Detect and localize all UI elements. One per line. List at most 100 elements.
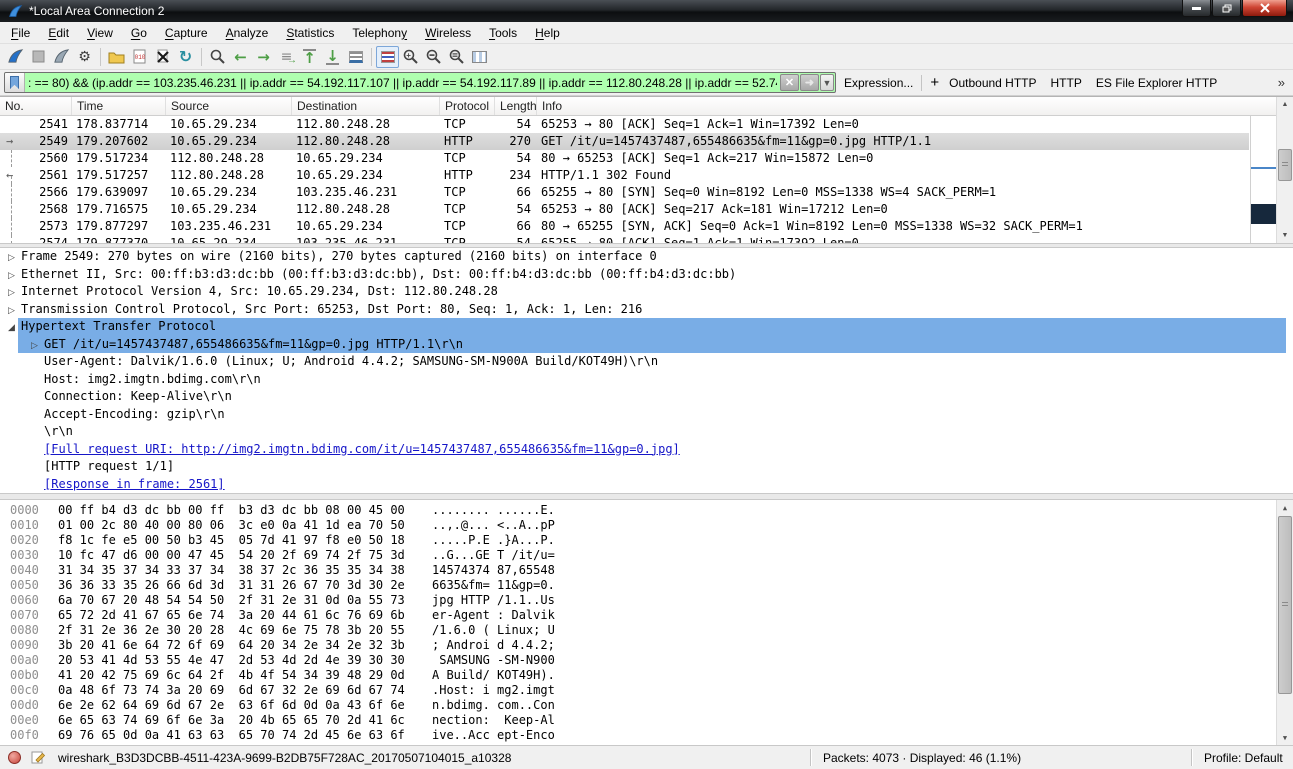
packet-cell-source[interactable]: 10.65.29.234 (166, 116, 292, 133)
restart-capture-icon[interactable] (50, 46, 73, 68)
packet-cell-length[interactable]: 54 (495, 201, 537, 218)
hex-row[interactable]: 0060 6a 70 67 20 48 54 54 50 2f 31 2e 31 … (0, 593, 1293, 608)
hex-row[interactable]: 00b0 41 20 42 75 69 6c 64 2f 4b 4f 54 34 … (0, 668, 1293, 683)
hex-bytes[interactable]: 3b 20 41 6e 64 72 6f 69 64 20 34 2e 34 2… (58, 638, 424, 653)
packet-cell-protocol[interactable]: TCP (440, 150, 495, 167)
column-header-destination[interactable]: Destination (292, 97, 440, 115)
find-packet-icon[interactable] (206, 46, 229, 68)
packet-cell-destination[interactable]: 10.65.29.234 (292, 150, 440, 167)
hex-offset[interactable]: 00a0 (10, 653, 50, 668)
packet-cell-length[interactable]: 54 (495, 235, 537, 243)
detail-row[interactable]: ▷GET /it/u=1457437487,655486635&fm=11&gp… (0, 336, 1293, 354)
hex-bytes[interactable]: f8 1c fe e5 00 50 b3 45 05 7d 41 97 f8 e… (58, 533, 424, 548)
scrollbar-thumb[interactable] (1278, 149, 1292, 181)
hex-ascii[interactable]: ..,.@... <..A..pP (432, 518, 555, 533)
hex-ascii[interactable]: ; Androi d 4.4.2; (432, 638, 555, 653)
column-header-length[interactable]: Length (495, 97, 537, 115)
wireshark-start-capture-icon[interactable] (4, 46, 27, 68)
packet-cell-time[interactable]: 178.837714 (72, 116, 166, 133)
hex-ascii[interactable]: ........ ......E. (432, 503, 555, 518)
hex-row[interactable]: 00c00a 48 6f 73 74 3a 20 69 6d 67 32 2e … (0, 683, 1293, 698)
hex-row[interactable]: 001001 00 2c 80 40 00 80 06 3c e0 0a 41 … (0, 518, 1293, 533)
detail-row[interactable]: ▷Ethernet II, Src: 00:ff:b3:d3:dc:bb (00… (0, 266, 1293, 284)
packet-cell-protocol[interactable]: TCP (440, 184, 495, 201)
packet-cell-no[interactable]: 2561 (24, 167, 72, 184)
hex-offset[interactable]: 0080 (10, 623, 50, 638)
menu-item-capture[interactable]: Capture (156, 23, 217, 43)
packet-cell-destination[interactable]: 103.235.46.231 (292, 235, 440, 243)
packet-cell-length[interactable]: 66 (495, 184, 537, 201)
display-filter-input[interactable] (25, 76, 780, 90)
hex-bytes[interactable]: 6e 65 63 74 69 6f 6e 3a 20 4b 65 65 70 2… (58, 713, 424, 728)
filter-shortcut-es-file-explorer-http[interactable]: ES File Explorer HTTP (1096, 76, 1217, 90)
filter-dropdown-button[interactable]: ▼ (820, 74, 834, 91)
packet-cell-length[interactable]: 54 (495, 116, 537, 133)
packet-row[interactable]: ←2561179.517257112.80.248.2810.65.29.234… (0, 167, 1249, 184)
zoom-out-icon[interactable] (422, 46, 445, 68)
packet-cell-length[interactable]: 270 (495, 133, 537, 150)
hex-bytes[interactable]: 6e 2e 62 64 69 6d 67 2e 63 6f 6d 0d 0a 4… (58, 698, 424, 713)
column-header-info[interactable]: Info (537, 97, 1293, 115)
packet-cell-protocol[interactable]: HTTP (440, 133, 495, 150)
hex-bytes[interactable]: 2f 31 2e 36 2e 30 20 28 4c 69 6e 75 78 3… (58, 623, 424, 638)
hex-row[interactable]: 00d06e 2e 62 64 69 6d 67 2e 63 6f 6d 0d … (0, 698, 1293, 713)
hex-ascii[interactable]: ive..Acc ept-Enco (432, 728, 555, 743)
hex-offset[interactable]: 0010 (10, 518, 50, 533)
packet-cell-protocol[interactable]: TCP (440, 218, 495, 235)
column-header-time[interactable]: Time (72, 97, 166, 115)
go-back-icon[interactable]: ← (229, 46, 252, 68)
zoom-in-icon[interactable]: + (399, 46, 422, 68)
hex-bytes[interactable]: 69 76 65 0d 0a 41 63 63 65 70 74 2d 45 6… (58, 728, 424, 743)
hex-offset[interactable]: 0060 (10, 593, 50, 608)
colorize-packets-icon[interactable] (376, 46, 399, 68)
packet-cell-source[interactable]: 112.80.248.28 (166, 150, 292, 167)
detail-row[interactable]: \r\n (0, 423, 1293, 441)
detail-row[interactable]: Connection: Keep-Alive\r\n (0, 388, 1293, 406)
hex-bytes[interactable]: 6a 70 67 20 48 54 54 50 2f 31 2e 31 0d 0… (58, 593, 424, 608)
packet-cell-destination[interactable]: 10.65.29.234 (292, 218, 440, 235)
packet-cell-no[interactable]: 2560 (24, 150, 72, 167)
hex-offset[interactable]: 0030 (10, 548, 50, 563)
packet-row[interactable]: 2574179.87737010.65.29.234103.235.46.231… (0, 235, 1249, 243)
packet-cell-no[interactable]: 2549 (24, 133, 72, 150)
filter-apply-button[interactable]: ➜ (800, 74, 819, 91)
packet-cell-source[interactable]: 10.65.29.234 (166, 184, 292, 201)
column-header-protocol[interactable]: Protocol (440, 97, 495, 115)
hex-bytes[interactable]: 41 20 42 75 69 6c 64 2f 4b 4f 54 34 39 4… (58, 668, 424, 683)
hex-row[interactable]: 00f069 76 65 0d 0a 41 63 63 65 70 74 2d … (0, 728, 1293, 743)
bytes-scrollbar-thumb[interactable] (1278, 516, 1292, 694)
detail-row[interactable]: [Full request URI: http://img2.imgtn.bdi… (0, 441, 1293, 459)
packet-cell-no[interactable]: 2541 (24, 116, 72, 133)
packet-row[interactable]: 2573179.877297103.235.46.23110.65.29.234… (0, 218, 1249, 235)
hex-row[interactable]: 003010 fc 47 d6 00 00 47 45 54 20 2f 69 … (0, 548, 1293, 563)
bytes-scroll-up-icon[interactable]: ▲ (1278, 500, 1292, 515)
hex-ascii[interactable]: 6635&fm= 11&gp=0. (432, 578, 555, 593)
packet-cell-info[interactable]: HTTP/1.1 302 Found (537, 167, 1249, 184)
hex-offset[interactable]: 0050 (10, 578, 50, 593)
display-filter-field[interactable]: ✕ ➜ ▼ (4, 72, 836, 93)
menu-item-tools[interactable]: Tools (480, 23, 526, 43)
packet-cell-info[interactable]: 65255 → 80 [ACK] Seq=1 Ack=1 Win=17392 L… (537, 235, 1249, 243)
packet-cell-length[interactable]: 234 (495, 167, 537, 184)
menu-item-wireless[interactable]: Wireless (416, 23, 480, 43)
menu-item-go[interactable]: Go (122, 23, 156, 43)
profile-label[interactable]: Profile: Default (1204, 746, 1283, 769)
close-button[interactable] (1242, 0, 1287, 17)
hex-ascii[interactable]: n.bdimg. com..Con (432, 698, 555, 713)
detail-row[interactable]: Accept-Encoding: gzip\r\n (0, 406, 1293, 424)
detail-row[interactable]: User-Agent: Dalvik/1.6.0 (Linux; U; Andr… (0, 353, 1293, 371)
packet-cell-info[interactable]: 65255 → 80 [SYN] Seq=0 Win=8192 Len=0 MS… (537, 184, 1249, 201)
packet-cell-time[interactable]: 179.517234 (72, 150, 166, 167)
go-last-packet-icon[interactable]: ↓ (321, 46, 344, 68)
hex-ascii[interactable]: .Host: i mg2.imgt (432, 683, 555, 698)
hex-bytes[interactable]: 0a 48 6f 73 74 3a 20 69 6d 67 32 2e 69 6… (58, 683, 424, 698)
filter-overflow-button[interactable]: » (1278, 75, 1285, 90)
stop-capture-icon[interactable] (27, 46, 50, 68)
bytes-scrollbar[interactable]: ▲ ▼ (1276, 500, 1293, 745)
packet-cell-protocol[interactable]: TCP (440, 201, 495, 218)
hex-ascii[interactable]: jpg HTTP /1.1..Us (432, 593, 555, 608)
scroll-down-arrow-icon[interactable]: ▼ (1278, 228, 1292, 243)
hex-offset[interactable]: 00b0 (10, 668, 50, 683)
hex-ascii[interactable]: nection: Keep-Al (432, 713, 555, 728)
menu-item-statistics[interactable]: Statistics (277, 23, 343, 43)
